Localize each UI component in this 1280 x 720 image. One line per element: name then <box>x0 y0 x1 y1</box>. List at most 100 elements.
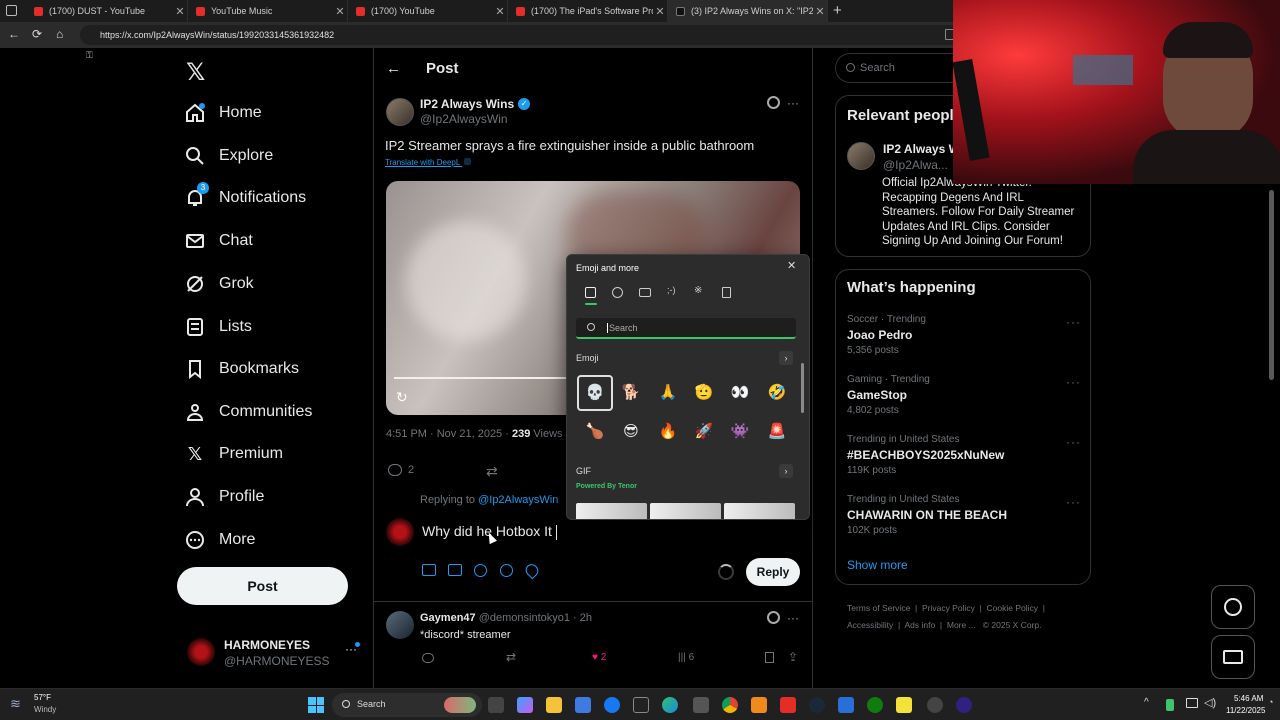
emoji-search-input[interactable]: Search <box>576 318 796 339</box>
avatar[interactable] <box>386 98 414 126</box>
close-icon[interactable]: ✕ <box>493 5 507 18</box>
volume-icon[interactable]: ◁) <box>1204 696 1216 709</box>
edge-icon[interactable] <box>662 697 678 713</box>
close-icon[interactable]: ✕ <box>173 5 187 18</box>
account-switcher[interactable]: HARMONEYES @HARMONEYESS ··· <box>185 636 365 670</box>
emoji-item[interactable]: 🍗 <box>582 418 608 444</box>
close-icon[interactable]: ✕ <box>787 259 796 272</box>
reply-button[interactable]: Reply <box>746 558 800 586</box>
grok-floating-button[interactable] <box>1211 585 1255 629</box>
emoji-item[interactable]: 🔥 <box>655 418 681 444</box>
file-explorer-icon[interactable] <box>546 697 562 713</box>
clock-date[interactable]: 11/22/2025 <box>1226 706 1265 715</box>
emoji-icon[interactable] <box>500 564 513 577</box>
trend-item[interactable]: Soccer · Trending Joao Pedro 5,356 posts <box>847 314 926 356</box>
sidebar-item-lists[interactable]: Lists <box>185 308 252 346</box>
tab-dust[interactable]: (1700) DUST - YouTube ✕ <box>26 0 188 22</box>
obs-icon[interactable] <box>956 697 972 713</box>
tweet-author-handle[interactable]: @Ip2AlwaysWin <box>420 112 508 126</box>
more-horizontal-icon[interactable]: ··· <box>787 96 799 110</box>
new-tab-icon[interactable]: + <box>833 2 842 19</box>
emoji-item[interactable]: 🫡 <box>691 379 717 405</box>
close-icon[interactable]: ✕ <box>333 5 347 18</box>
footer-link[interactable]: Privacy Policy <box>922 603 975 613</box>
avatar[interactable] <box>847 142 875 170</box>
trend-item[interactable]: Trending in United States CHAWARIN ON TH… <box>847 494 1007 536</box>
tab-x-post[interactable]: (3) IP2 Always Wins on X: "IP2 Str ✕ <box>668 0 828 22</box>
reply-icon[interactable] <box>422 653 434 663</box>
sidebar-item-premium[interactable]: 𝕏 Premium <box>185 435 283 473</box>
emoji-item[interactable]: 👀 <box>727 379 753 405</box>
store-icon[interactable] <box>575 697 591 713</box>
clock-time[interactable]: 5:46 AM <box>1234 694 1263 703</box>
symbols-tab-icon[interactable]: ※ <box>694 285 702 296</box>
share-icon[interactable]: ⇪ <box>788 650 798 664</box>
gif-thumbnail[interactable] <box>576 503 647 519</box>
gif-icon[interactable] <box>448 564 462 576</box>
messages-floating-button[interactable] <box>1211 635 1255 679</box>
more-horizontal-icon[interactable]: ··· <box>1066 435 1081 449</box>
emoji-item[interactable]: 😎 <box>618 418 644 444</box>
gif-tab-icon[interactable] <box>639 288 651 297</box>
emoji-item[interactable]: 🙏 <box>655 379 681 405</box>
tab-ipad[interactable]: (1700) The iPad's Software Proble ✕ <box>508 0 668 22</box>
emoji-item[interactable]: 💀 <box>582 379 608 405</box>
sidebar-item-bookmarks[interactable]: Bookmarks <box>185 350 299 388</box>
close-icon[interactable]: ✕ <box>653 5 667 18</box>
bookmark-icon[interactable] <box>765 652 774 663</box>
trend-item[interactable]: Trending in United States #BEACHBOYS2025… <box>847 434 1004 476</box>
emoji-item[interactable]: 🚨 <box>764 418 790 444</box>
post-button[interactable]: Post <box>177 567 348 605</box>
amazon-icon[interactable] <box>633 697 649 713</box>
back-icon[interactable]: ← <box>8 27 20 41</box>
sidebar-item-profile[interactable]: Profile <box>185 478 264 516</box>
gif-thumbnail[interactable] <box>724 503 795 519</box>
chrome-icon[interactable] <box>722 697 738 713</box>
sidebar-item-chat[interactable]: Chat <box>185 222 253 260</box>
copilot-icon[interactable] <box>517 697 533 713</box>
video-progress-bar[interactable] <box>394 377 574 379</box>
steam-icon[interactable] <box>809 697 825 713</box>
footer-link[interactable]: Ads info <box>904 620 935 630</box>
more-horizontal-icon[interactable]: ··· <box>1066 375 1081 389</box>
show-more-link[interactable]: Show more <box>847 558 908 572</box>
trend-item[interactable]: Gaming · Trending GameStop 4,802 posts <box>847 374 930 416</box>
app-icon[interactable] <box>838 697 854 713</box>
home-icon[interactable]: ⌂ <box>56 27 63 41</box>
scrollbar[interactable] <box>801 363 804 413</box>
grok-icon[interactable] <box>767 96 780 109</box>
gif-thumbnail[interactable] <box>650 503 721 519</box>
replying-handle-link[interactable]: @Ip2AlwaysWin <box>478 494 558 506</box>
facebook-icon[interactable] <box>604 697 620 713</box>
task-view-icon[interactable] <box>488 697 504 713</box>
sidebar-item-communities[interactable]: Communities <box>185 393 312 431</box>
youtube-icon[interactable] <box>780 697 796 713</box>
chevron-right-icon[interactable]: › <box>779 351 793 365</box>
footer-link[interactable]: More ... <box>947 620 976 630</box>
kaomoji-tab-icon[interactable]: ;-) <box>667 285 676 295</box>
app-icon[interactable] <box>927 697 943 713</box>
taskbar-search[interactable]: Search <box>332 693 482 717</box>
sidebar-item-more[interactable]: More <box>185 521 255 559</box>
notes-icon[interactable] <box>896 697 912 713</box>
close-icon[interactable]: ✕ <box>813 5 827 18</box>
sidebar-item-explore[interactable]: Explore <box>185 137 273 175</box>
calculator-icon[interactable] <box>693 697 709 713</box>
sidebar-item-notifications[interactable]: 3 Notifications <box>185 179 306 217</box>
back-arrow-icon[interactable]: ← <box>386 60 401 77</box>
x-logo-icon[interactable]: 𝕏 <box>186 58 205 87</box>
more-horizontal-icon[interactable]: ··· <box>787 611 799 625</box>
tray-app-icon[interactable] <box>1166 699 1174 711</box>
notification-bell-icon[interactable]: ◔ <box>1268 697 1273 707</box>
replay-icon[interactable]: ↻ <box>396 389 408 406</box>
xbox-icon[interactable] <box>867 697 883 713</box>
footer-link[interactable]: Terms of Service <box>847 603 910 613</box>
url-input[interactable]: https://x.com/Ip2AlwaysWin/status/199203… <box>80 25 960 45</box>
emoji-tab-icon[interactable] <box>612 287 623 298</box>
sidebar-item-home[interactable]: Home <box>185 94 262 132</box>
page-scrollbar[interactable] <box>1269 190 1274 380</box>
emoji-item[interactable]: 🤣 <box>764 379 790 405</box>
tab-youtube-music[interactable]: YouTube Music ✕ <box>188 0 348 22</box>
footer-link[interactable]: Accessibility <box>847 620 893 630</box>
comment-author[interactable]: Gaymen47 <box>420 612 476 624</box>
